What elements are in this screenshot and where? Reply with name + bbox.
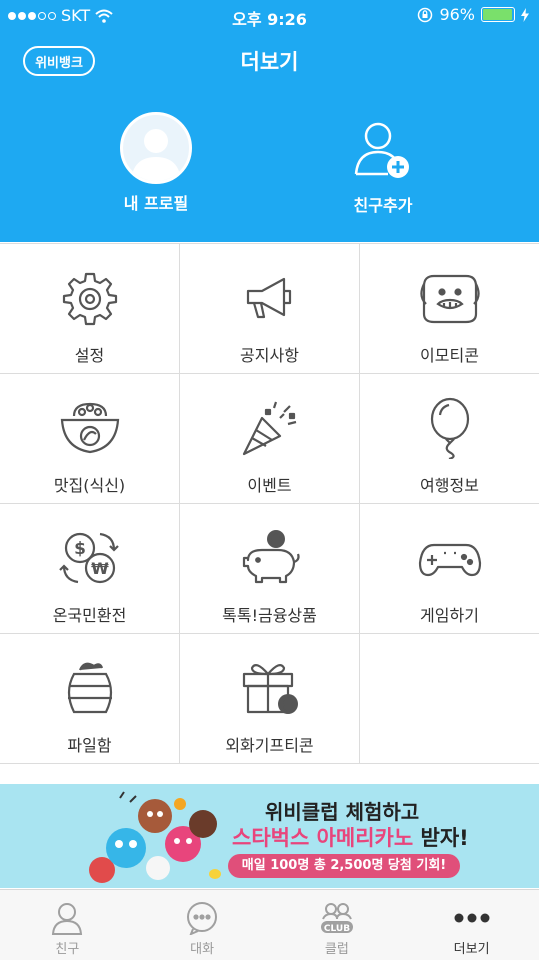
tab-chat[interactable]: 대화 <box>135 890 270 960</box>
promo-banner[interactable]: 위비클럽 체험하고 스타벅스 아메리카노 받자! 매일 100명 총 2,500… <box>0 784 539 888</box>
menu-item-settings[interactable]: 설정 <box>0 244 180 374</box>
svg-text:$: $ <box>74 539 86 559</box>
tab-label: 친구 <box>55 942 80 957</box>
menu-label: 이모티콘 <box>420 346 479 365</box>
dog-face-icon <box>418 268 482 328</box>
tab-label: 클럽 <box>324 942 349 957</box>
avatar <box>120 112 192 184</box>
tab-friends[interactable]: 친구 <box>0 890 135 960</box>
menu-label: 공지사항 <box>240 346 299 365</box>
svg-text:CLUB: CLUB <box>324 924 350 934</box>
menu-item-files[interactable]: 파일함 <box>0 634 180 764</box>
menu-label: 외화기프티콘 <box>225 736 314 755</box>
bowl-icon <box>58 398 122 458</box>
battery-percent: 96% <box>439 5 475 24</box>
svg-text:₩: ₩ <box>91 559 109 578</box>
svg-text:$: $ <box>283 698 292 713</box>
more-dots-icon <box>452 900 492 936</box>
piggy-bank-icon: $ <box>238 528 302 588</box>
banner-subtitle: 스타벅스 아메리카노 받자! <box>232 822 469 852</box>
add-friend-label: 친구추가 <box>353 196 413 215</box>
menu-item-finance[interactable]: $ 톡톡!금융상품 <box>180 504 360 634</box>
status-right: 96% <box>417 5 529 24</box>
pot-icon <box>58 658 122 718</box>
menu-item-game[interactable]: 게임하기 <box>360 504 539 634</box>
menu-empty-cell <box>360 634 539 764</box>
my-profile-button[interactable]: 내 프로필 <box>108 112 204 214</box>
tab-label: 더보기 <box>453 942 490 957</box>
menu-item-gifticon[interactable]: $ 외화기프티콘 <box>180 634 360 764</box>
banner-title: 위비클럽 체험하고 <box>265 800 420 824</box>
svg-text:$: $ <box>271 533 279 547</box>
menu-label: 톡톡!금융상품 <box>222 606 317 625</box>
currency-exchange-icon: $ ₩ <box>58 528 122 588</box>
menu-item-exchange[interactable]: $ ₩ 온국민환전 <box>0 504 180 634</box>
club-icon: CLUB <box>319 900 355 936</box>
menu-label: 여행정보 <box>420 476 479 495</box>
menu-item-notice[interactable]: 공지사항 <box>180 244 360 374</box>
header: 위비뱅크 더보기 내 프로필 친구추가 <box>0 30 539 242</box>
tab-club[interactable]: CLUB 클럽 <box>270 890 405 960</box>
tab-more[interactable]: 더보기 <box>404 890 539 960</box>
banner-subtitle-rest: 받자! <box>413 826 469 850</box>
banner-badge: 매일 100명 총 2,500명 당첨 기회! <box>228 854 460 878</box>
gamepad-icon <box>418 528 482 588</box>
gift-dollar-icon: $ <box>238 658 302 718</box>
menu-item-emoticon[interactable]: 이모티콘 <box>360 244 539 374</box>
person-icon <box>50 900 84 936</box>
page-title: 더보기 <box>240 50 299 74</box>
status-bar: SKT 오후 9:26 96% <box>0 0 539 30</box>
characters-illustration-icon <box>89 791 221 883</box>
megaphone-icon <box>238 268 302 328</box>
tab-label: 대화 <box>190 942 215 957</box>
my-profile-label: 내 프로필 <box>123 194 189 213</box>
gear-icon <box>58 268 122 328</box>
chat-bubble-icon <box>185 900 219 936</box>
menu-item-travel[interactable]: 여행정보 <box>360 374 539 504</box>
add-friend-button[interactable]: 친구추가 <box>338 116 428 216</box>
menu-label: 온국민환전 <box>52 606 127 625</box>
default-avatar-icon <box>131 129 181 181</box>
tab-bar: 친구 대화 CLUB 클럽 더보기 <box>0 889 539 960</box>
menu-label: 게임하기 <box>420 606 479 625</box>
menu-label: 이벤트 <box>247 476 292 495</box>
menu-item-event[interactable]: 이벤트 <box>180 374 360 504</box>
balloon-icon <box>418 397 482 459</box>
menu-item-restaurant[interactable]: 맛집(식신) <box>0 374 180 504</box>
menu-label: 설정 <box>74 346 105 365</box>
banner-highlight: 스타벅스 아메리카노 <box>232 826 414 850</box>
charging-bolt-icon <box>521 7 529 22</box>
menu-label: 파일함 <box>67 736 112 755</box>
rotation-lock-icon <box>418 7 433 22</box>
battery-icon <box>481 7 515 22</box>
add-friend-icon <box>354 122 409 178</box>
party-popper-icon <box>238 398 302 458</box>
menu-grid: 설정 공지사항 이모티콘 맛집(식신) 이벤트 여행정보 $ ₩ 온국민환전 $… <box>0 243 539 764</box>
menu-label: 맛집(식신) <box>53 476 126 495</box>
